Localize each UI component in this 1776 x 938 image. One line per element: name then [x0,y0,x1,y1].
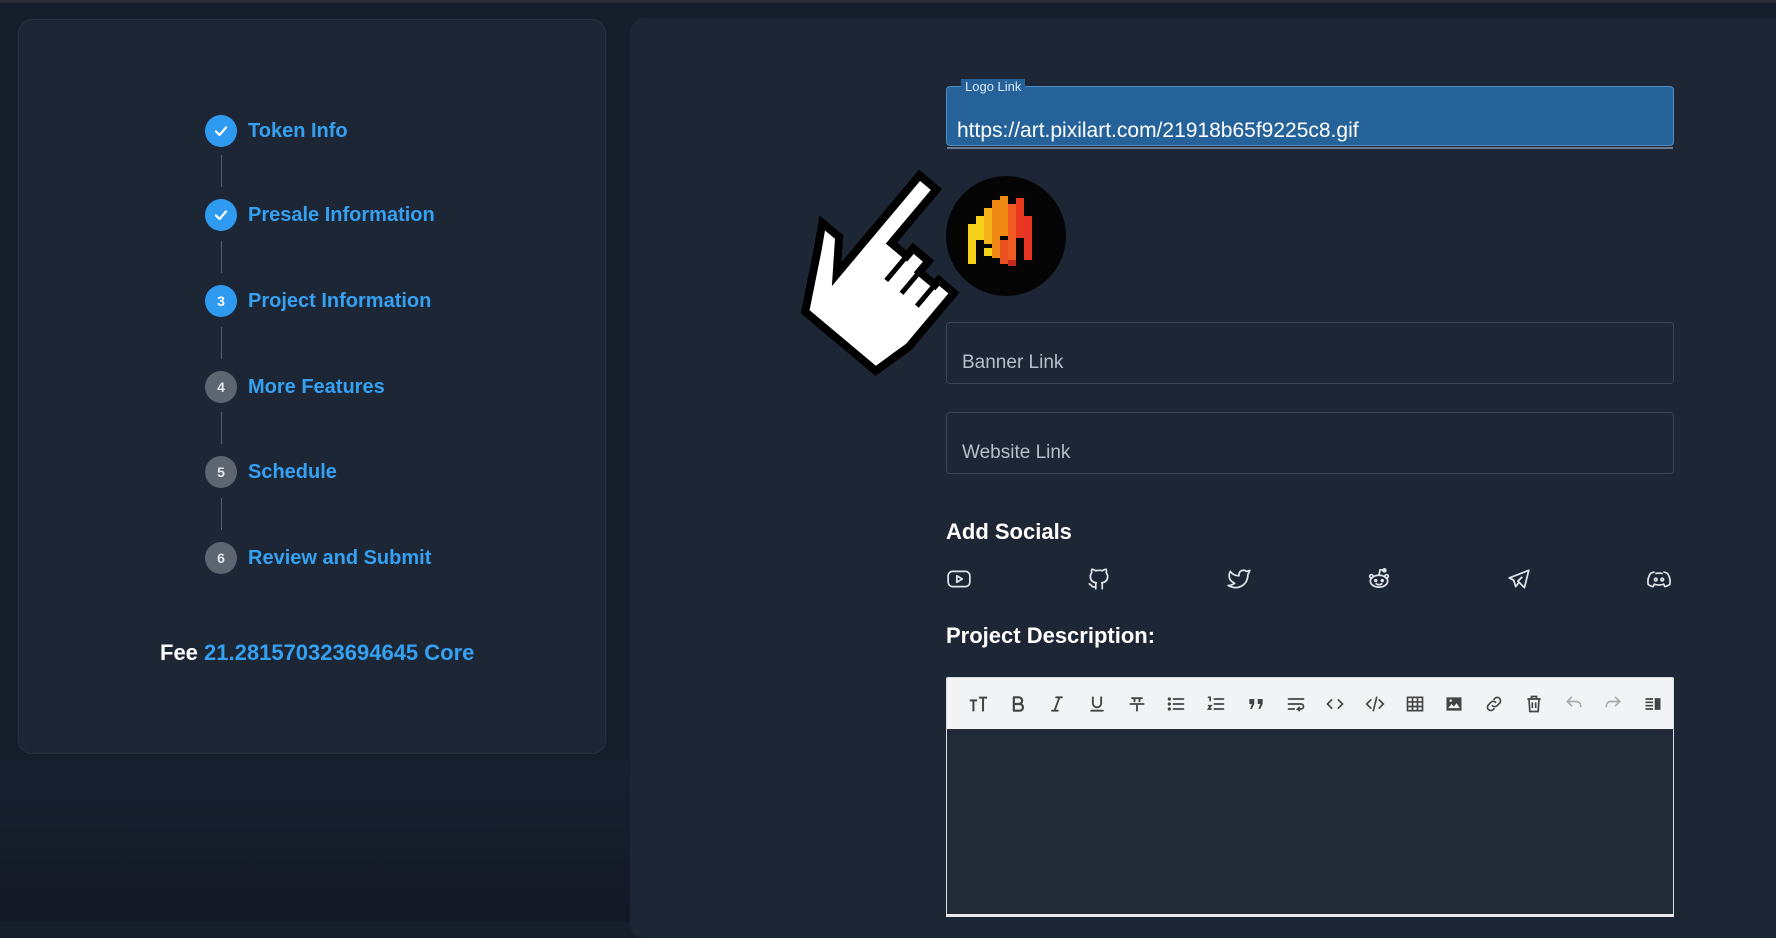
step-token-info[interactable]: Token Info [205,115,348,147]
fee-text: Fee 21.281570323694645 Core [160,640,474,666]
editor-text-area[interactable] [947,729,1673,914]
redo-icon[interactable] [1594,684,1634,724]
underline-icon[interactable] [1077,684,1117,724]
step-label: Presale Information [248,203,435,226]
youtube-icon[interactable] [945,565,973,593]
logo-link-input[interactable]: https://art.pixilart.com/21918b65f9225c8… [957,119,1359,143]
fee-label: Fee [160,640,198,665]
step-label: More Features [248,375,385,398]
fee-value: 21.281570323694645 Core [204,640,475,665]
project-description-editor[interactable] [946,677,1674,915]
step-connector [221,327,222,359]
logo-link-field[interactable]: Logo Link https://art.pixilart.com/21918… [946,79,1674,149]
undo-icon[interactable] [1554,684,1594,724]
twitter-icon[interactable] [1225,565,1253,593]
step-number: 4 [205,371,237,403]
strikethrough-icon[interactable] [1117,684,1157,724]
step-connector [221,155,222,187]
step-number: 3 [205,285,237,317]
step-label: Schedule [248,460,337,483]
step-project-information[interactable]: 3 Project Information [205,285,431,317]
text-size-icon[interactable] [958,684,998,724]
step-presale-information[interactable]: Presale Information [205,199,435,231]
preview-icon[interactable] [1633,684,1673,724]
editor-toolbar [947,678,1673,729]
code-block-icon[interactable] [1355,684,1395,724]
step-label: Review and Submit [248,546,432,569]
code-icon[interactable] [1315,684,1355,724]
website-link-placeholder: Website Link [962,442,1071,463]
website-link-field[interactable]: Website Link [946,412,1674,474]
background-fade [0,760,630,922]
step-connector [221,498,222,530]
project-description-title: Project Description: [946,623,1156,648]
window-top-border [0,0,1776,3]
discord-icon[interactable] [1645,565,1673,593]
editor-bottom-border [946,914,1674,917]
delete-icon[interactable] [1514,684,1554,724]
reddit-icon[interactable] [1365,565,1393,593]
github-icon[interactable] [1085,565,1113,593]
bullet-list-icon[interactable] [1157,684,1197,724]
wrap-text-icon[interactable] [1276,684,1316,724]
step-connector [221,412,222,444]
step-label: Project Information [248,289,432,312]
table-icon[interactable] [1395,684,1435,724]
step-completed-check-icon [205,115,237,147]
step-number: 5 [205,456,237,488]
logo-preview-image [946,176,1066,296]
add-socials-title: Add Socials [946,519,1072,544]
field-underline [947,147,1673,149]
step-completed-check-icon [205,199,237,231]
logo-link-label: Logo Link [961,79,1026,94]
bold-icon[interactable] [998,684,1038,724]
telegram-icon[interactable] [1505,565,1533,593]
step-more-features[interactable]: 4 More Features [205,371,385,403]
italic-icon[interactable] [1037,684,1077,724]
flame-logo-icon [968,196,1032,266]
banner-link-placeholder: Banner Link [962,352,1064,373]
step-review-and-submit[interactable]: 6 Review and Submit [205,542,431,574]
quote-icon[interactable] [1236,684,1276,724]
step-label: Token Info [248,119,348,142]
link-icon[interactable] [1474,684,1514,724]
step-schedule[interactable]: 5 Schedule [205,456,337,488]
step-connector [221,241,222,273]
banner-link-field[interactable]: Banner Link [946,322,1674,384]
step-number: 6 [205,542,237,574]
numbered-list-icon[interactable] [1196,684,1236,724]
image-icon[interactable] [1435,684,1475,724]
